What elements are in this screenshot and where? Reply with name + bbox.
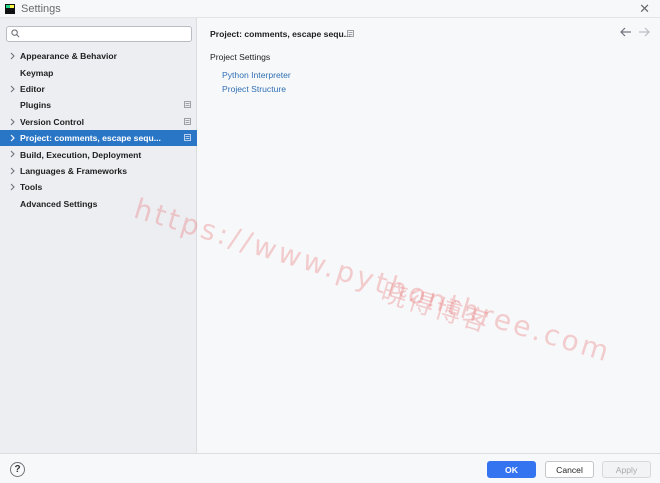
chevron-right-icon[interactable] xyxy=(9,85,16,93)
help-icon[interactable]: ? xyxy=(10,462,25,477)
chevron-right-icon[interactable] xyxy=(9,167,16,175)
apply-button[interactable]: Apply xyxy=(602,461,651,478)
project-scope-icon xyxy=(184,101,191,109)
close-icon[interactable]: ✕ xyxy=(639,1,650,17)
title-bar: Settings ✕ xyxy=(0,0,660,18)
chevron-right-icon[interactable] xyxy=(9,183,16,191)
sidebar-item-languages-frameworks[interactable]: Languages & Frameworks xyxy=(0,163,197,179)
sidebar-item-label: Version Control xyxy=(20,116,84,127)
project-scope-icon xyxy=(184,134,191,141)
settings-tree: Appearance & Behavior Keymap Editor Plug… xyxy=(0,48,197,212)
ok-button[interactable]: OK xyxy=(487,461,536,478)
python-interpreter-link[interactable]: Python Interpreter xyxy=(222,70,291,80)
chevron-right-icon[interactable] xyxy=(9,150,16,158)
sidebar-item-label: Tools xyxy=(20,182,43,193)
chevron-right-icon[interactable] xyxy=(9,134,16,142)
sidebar-item-project[interactable]: Project: comments, escape sequ... xyxy=(0,129,197,147)
sidebar-item-advanced-settings[interactable]: Advanced Settings xyxy=(0,196,197,212)
sidebar-item-label: Plugins xyxy=(20,100,52,111)
settings-sidebar: Appearance & Behavior Keymap Editor Plug… xyxy=(0,18,197,453)
dialog-footer: ? OK Cancel Apply xyxy=(0,453,660,483)
project-structure-link[interactable]: Project Structure xyxy=(222,84,286,94)
pycharm-app-icon xyxy=(5,3,15,14)
sidebar-item-version-control[interactable]: Version Control xyxy=(0,114,197,130)
settings-search-box[interactable] xyxy=(6,26,192,42)
sidebar-item-editor[interactable]: Editor xyxy=(0,81,197,97)
sidebar-item-label: Advanced Settings xyxy=(20,198,98,209)
section-title: Project Settings xyxy=(210,52,271,62)
arrow-left-icon[interactable] xyxy=(620,27,632,37)
settings-content: Project: comments, escape sequ... Projec… xyxy=(198,18,660,453)
chevron-right-icon[interactable] xyxy=(9,52,16,60)
sidebar-item-plugins[interactable]: Plugins xyxy=(0,97,197,113)
arrow-right-icon[interactable] xyxy=(638,27,650,37)
sidebar-item-label: Editor xyxy=(20,83,45,94)
page-title: Project: comments, escape sequ... xyxy=(210,29,351,39)
sidebar-item-label: Project: comments, escape sequ... xyxy=(20,133,161,144)
cancel-button[interactable]: Cancel xyxy=(545,461,594,478)
window-title: Settings xyxy=(21,2,61,15)
sidebar-item-tools[interactable]: Tools xyxy=(0,179,197,195)
sidebar-item-label: Appearance & Behavior xyxy=(20,51,117,62)
sidebar-item-label: Keymap xyxy=(20,67,54,78)
sidebar-item-keymap[interactable]: Keymap xyxy=(0,64,197,80)
sidebar-item-label: Languages & Frameworks xyxy=(20,165,127,176)
sidebar-item-appearance-behavior[interactable]: Appearance & Behavior xyxy=(0,48,197,64)
search-input[interactable] xyxy=(23,27,188,41)
sidebar-item-label: Build, Execution, Deployment xyxy=(20,149,142,160)
chevron-right-icon[interactable] xyxy=(9,118,16,126)
project-scope-icon xyxy=(347,30,354,37)
search-icon xyxy=(11,29,20,38)
sidebar-item-build-execution-deployment[interactable]: Build, Execution, Deployment xyxy=(0,146,197,162)
project-scope-icon xyxy=(184,117,191,125)
